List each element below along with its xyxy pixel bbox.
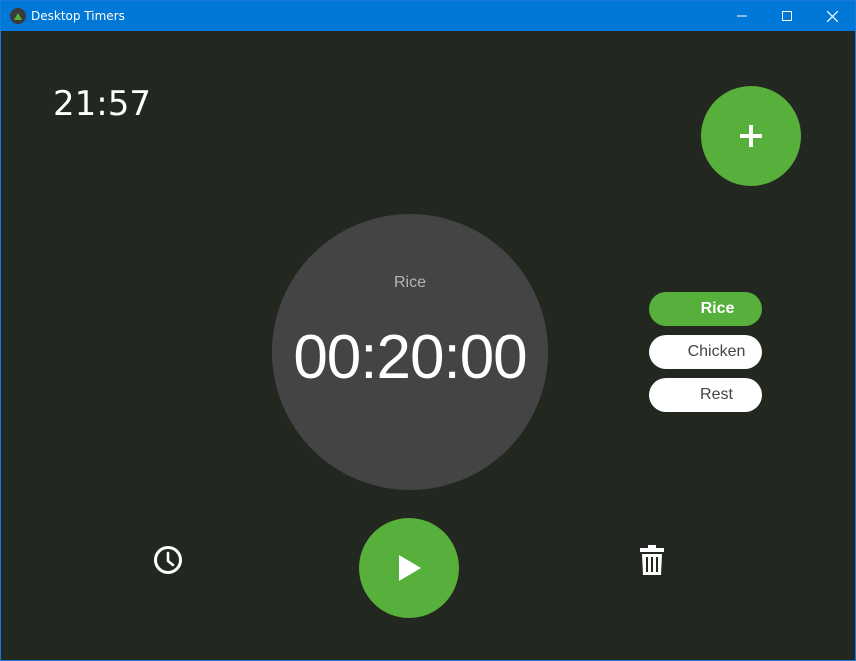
play-button[interactable] bbox=[359, 518, 459, 618]
plus-icon bbox=[740, 125, 762, 147]
timer-countdown: 00:20:00 bbox=[293, 323, 527, 392]
delete-timer-button[interactable] bbox=[637, 544, 667, 576]
app-window: Desktop Timers 21:57 Rice 00:20:00 Rice … bbox=[0, 0, 856, 661]
window-title: Desktop Timers bbox=[31, 9, 125, 23]
timer-list: Rice Chicken Rest bbox=[649, 292, 762, 421]
title-bar[interactable]: Desktop Timers bbox=[1, 1, 855, 31]
minimize-icon bbox=[737, 15, 747, 17]
timer-item-chicken[interactable]: Chicken bbox=[649, 335, 762, 369]
maximize-button[interactable] bbox=[764, 1, 810, 31]
timer-dial: Rice 00:20:00 bbox=[272, 214, 548, 490]
play-icon bbox=[399, 555, 421, 581]
minimize-button[interactable] bbox=[719, 1, 765, 31]
close-button[interactable] bbox=[809, 1, 855, 31]
timer-name: Rice bbox=[393, 274, 426, 291]
timer-item-rice[interactable]: Rice bbox=[649, 292, 762, 326]
maximize-icon bbox=[782, 11, 792, 21]
add-timer-button[interactable] bbox=[701, 86, 801, 186]
app-logo-icon bbox=[10, 8, 26, 24]
close-icon bbox=[826, 10, 838, 22]
trash-icon bbox=[640, 545, 664, 575]
history-button[interactable] bbox=[153, 545, 183, 575]
current-time: 21:57 bbox=[53, 84, 151, 124]
timer-item-rest[interactable]: Rest bbox=[649, 378, 762, 412]
clock-icon bbox=[154, 546, 182, 574]
